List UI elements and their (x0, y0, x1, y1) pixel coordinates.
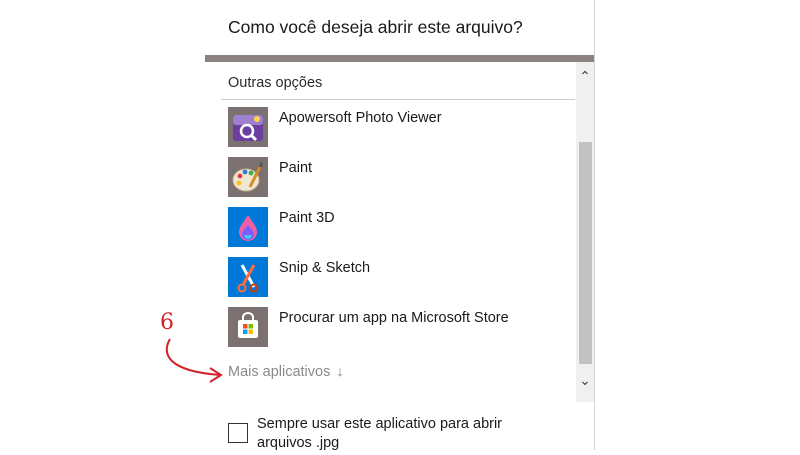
dialog-title: Como você deseja abrir este arquivo? (228, 17, 523, 37)
annotation-step-number: 6 (160, 310, 174, 335)
section-header-other-options: Outras opções (228, 75, 323, 91)
app-label: Paint (279, 160, 313, 176)
app-item-snip-sketch[interactable]: Snip & Sketch (228, 257, 568, 299)
top-app-band (205, 55, 594, 62)
more-apps-link[interactable]: Mais aplicativos ↓ (228, 364, 344, 380)
app-list: Outras opções Apowersoft Photo Viewer Pa… (205, 62, 594, 402)
app-item-apowersoft[interactable]: Apowersoft Photo Viewer (228, 107, 568, 149)
scroll-thumb[interactable] (579, 142, 592, 364)
annotation-arrow-icon (165, 338, 223, 383)
microsoft-store-bag-icon (228, 307, 268, 347)
snip-sketch-scissors-icon (228, 257, 268, 297)
always-use-checkbox-row[interactable]: Sempre usar este aplicativo para abrir a… (228, 415, 588, 455)
apowersoft-photo-viewer-icon (228, 107, 268, 147)
app-label: Procurar um app na Microsoft Store (279, 310, 509, 326)
app-item-paint-3d[interactable]: Paint 3D (228, 207, 568, 249)
app-label: Paint 3D (279, 210, 335, 226)
paint-3d-droplet-icon (228, 207, 268, 247)
scroll-up-chevron-icon[interactable]: ⌃ (576, 64, 594, 88)
app-item-microsoft-store[interactable]: Procurar um app na Microsoft Store (228, 307, 568, 349)
app-label: Snip & Sketch (279, 260, 371, 276)
app-label: Apowersoft Photo Viewer (279, 110, 442, 126)
always-use-checkbox-label: Sempre usar este aplicativo para abrir a… (257, 416, 503, 451)
open-with-dialog: Como você deseja abrir este arquivo? Out… (205, 0, 595, 451)
scroll-down-chevron-icon[interactable]: ⌄ (576, 368, 594, 392)
always-use-checkbox[interactable] (228, 423, 248, 443)
arrow-down-icon: ↓ (336, 364, 344, 380)
section-divider (221, 99, 575, 100)
app-item-paint[interactable]: Paint (228, 157, 568, 199)
vertical-scrollbar[interactable]: ⌃ ⌄ (576, 62, 594, 402)
paint-palette-icon (228, 157, 268, 197)
more-apps-label: Mais aplicativos (228, 364, 331, 380)
